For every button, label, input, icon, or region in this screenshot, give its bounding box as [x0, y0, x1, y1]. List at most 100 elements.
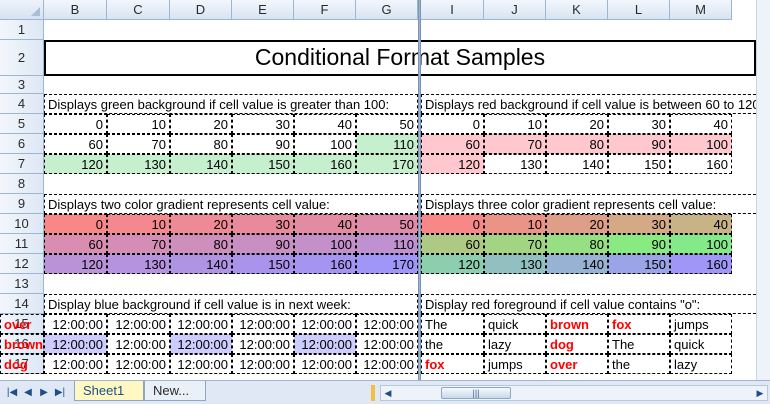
three-gradient-cell[interactable]: 30 — [608, 214, 670, 234]
green-rule-cell[interactable]: 90 — [232, 134, 294, 154]
two-gradient-cell[interactable]: 100 — [294, 234, 356, 254]
green-rule-cell[interactable]: 130 — [107, 154, 170, 174]
next-sheet-icon[interactable]: ▶ — [36, 385, 52, 401]
red-rule-cell[interactable]: 90 — [608, 134, 670, 154]
select-all-corner[interactable] — [0, 0, 44, 20]
last-sheet-icon[interactable]: ▶| — [52, 385, 68, 401]
row-header-4[interactable]: 4 — [0, 94, 44, 114]
date-cell[interactable]: 12:00:00 — [170, 314, 232, 334]
tab-split-handle[interactable] — [371, 385, 375, 401]
two-gradient-cell[interactable]: 160 — [294, 254, 356, 274]
row-header-6[interactable]: 6 — [0, 134, 44, 154]
label-red-rule[interactable]: Displays red background if cell value is… — [421, 94, 763, 114]
word-cell[interactable]: the — [608, 354, 670, 374]
green-rule-cell[interactable]: 40 — [294, 114, 356, 134]
word-cell[interactable]: fox — [608, 314, 670, 334]
red-rule-cell[interactable]: 60 — [421, 134, 484, 154]
tab-new[interactable]: New... — [144, 381, 206, 401]
two-gradient-cell[interactable]: 80 — [170, 234, 232, 254]
word-cell[interactable]: The — [608, 334, 670, 354]
row-header-14[interactable]: 14 — [0, 294, 44, 314]
two-gradient-cell[interactable]: 170 — [356, 254, 418, 274]
red-rule-cell[interactable]: 10 — [484, 114, 546, 134]
red-rule-cell[interactable]: 20 — [546, 114, 608, 134]
three-gradient-cell[interactable]: 10 — [484, 214, 546, 234]
green-rule-cell[interactable]: 10 — [107, 114, 170, 134]
row-header-12[interactable]: 12 — [0, 254, 44, 274]
word-cell[interactable]: lazy — [670, 354, 732, 374]
word-cell[interactable]: quick — [670, 334, 732, 354]
date-cell[interactable]: 12:00:00 — [294, 354, 356, 374]
scroll-left-icon[interactable]: ◀ — [381, 386, 395, 400]
three-gradient-cell[interactable]: 100 — [670, 234, 732, 254]
green-rule-cell[interactable]: 170 — [356, 154, 418, 174]
green-rule-cell[interactable]: 0 — [44, 114, 107, 134]
two-gradient-cell[interactable]: 20 — [170, 214, 232, 234]
three-gradient-cell[interactable]: 150 — [608, 254, 670, 274]
date-cell[interactable]: 12:00:00 — [294, 314, 356, 334]
two-gradient-cell[interactable]: 0 — [44, 214, 107, 234]
date-cell[interactable]: 12:00:00 — [107, 354, 170, 374]
green-rule-cell[interactable]: 140 — [170, 154, 232, 174]
two-gradient-cell[interactable]: 30 — [232, 214, 294, 234]
word-cell[interactable]: over — [0, 314, 44, 334]
row-header-3[interactable]: 3 — [0, 76, 44, 94]
date-cell[interactable]: 12:00:00 — [44, 354, 107, 374]
date-cell[interactable]: 12:00:00 — [44, 314, 107, 334]
column-header-D[interactable]: D — [170, 0, 232, 20]
two-gradient-cell[interactable]: 110 — [356, 234, 418, 254]
green-rule-cell[interactable]: 70 — [107, 134, 170, 154]
date-cell[interactable]: 12:00:00 — [232, 354, 294, 374]
three-gradient-cell[interactable]: 160 — [670, 254, 732, 274]
horizontal-scrollbar[interactable]: ◀ ||| ▶ — [380, 385, 768, 401]
row-header-8[interactable]: 8 — [0, 174, 44, 194]
date-cell[interactable]: 12:00:00 — [356, 334, 418, 354]
green-rule-cell[interactable]: 100 — [294, 134, 356, 154]
three-gradient-cell[interactable]: 20 — [546, 214, 608, 234]
word-cell[interactable]: lazy — [484, 334, 546, 354]
row-header-5[interactable]: 5 — [0, 114, 44, 134]
two-gradient-cell[interactable]: 130 — [107, 254, 170, 274]
word-cell[interactable]: brown — [546, 314, 608, 334]
first-sheet-icon[interactable]: |◀ — [4, 385, 20, 401]
date-cell[interactable]: 12:00:00 — [107, 314, 170, 334]
column-header-B[interactable]: B — [44, 0, 107, 20]
two-gradient-cell[interactable]: 50 — [356, 214, 418, 234]
red-rule-cell[interactable]: 160 — [670, 154, 732, 174]
row-header-2[interactable]: 2 — [0, 40, 44, 76]
red-rule-cell[interactable]: 130 — [484, 154, 546, 174]
three-gradient-cell[interactable]: 130 — [484, 254, 546, 274]
column-header-E[interactable]: E — [232, 0, 294, 20]
sheet-title[interactable]: Conditional Format Samples — [44, 40, 756, 76]
two-gradient-cell[interactable]: 40 — [294, 214, 356, 234]
two-gradient-cell[interactable]: 150 — [232, 254, 294, 274]
green-rule-cell[interactable]: 30 — [232, 114, 294, 134]
column-header-K[interactable]: K — [546, 0, 608, 20]
scroll-thumb[interactable]: ||| — [441, 387, 511, 399]
column-header-G[interactable]: G — [356, 0, 418, 20]
two-gradient-cell[interactable]: 90 — [232, 234, 294, 254]
row-header-10[interactable]: 10 — [0, 214, 44, 234]
word-cell[interactable]: brown — [0, 334, 44, 354]
vertical-scrollbar[interactable] — [756, 0, 770, 380]
date-cell[interactable]: 12:00:00 — [356, 314, 418, 334]
green-rule-cell[interactable]: 60 — [44, 134, 107, 154]
three-gradient-cell[interactable]: 0 — [421, 214, 484, 234]
two-gradient-cell[interactable]: 60 — [44, 234, 107, 254]
date-cell[interactable]: 12:00:00 — [44, 334, 107, 354]
label-three-gradient[interactable]: Displays three color gradient represents… — [421, 194, 761, 214]
label-red-foreground[interactable]: Display red foreground if cell value con… — [421, 294, 761, 314]
word-cell[interactable]: the — [421, 334, 484, 354]
three-gradient-cell[interactable]: 90 — [608, 234, 670, 254]
green-rule-cell[interactable]: 50 — [356, 114, 418, 134]
green-rule-cell[interactable]: 20 — [170, 114, 232, 134]
red-rule-cell[interactable]: 150 — [608, 154, 670, 174]
word-cell[interactable]: fox — [421, 354, 484, 374]
date-cell[interactable]: 12:00:00 — [232, 314, 294, 334]
prev-sheet-icon[interactable]: ◀ — [20, 385, 36, 401]
word-cell[interactable]: dog — [546, 334, 608, 354]
row-header-13[interactable]: 13 — [0, 274, 44, 294]
column-header-F[interactable]: F — [294, 0, 356, 20]
column-header-M[interactable]: M — [670, 0, 732, 20]
frozen-pane-divider[interactable] — [418, 0, 421, 380]
